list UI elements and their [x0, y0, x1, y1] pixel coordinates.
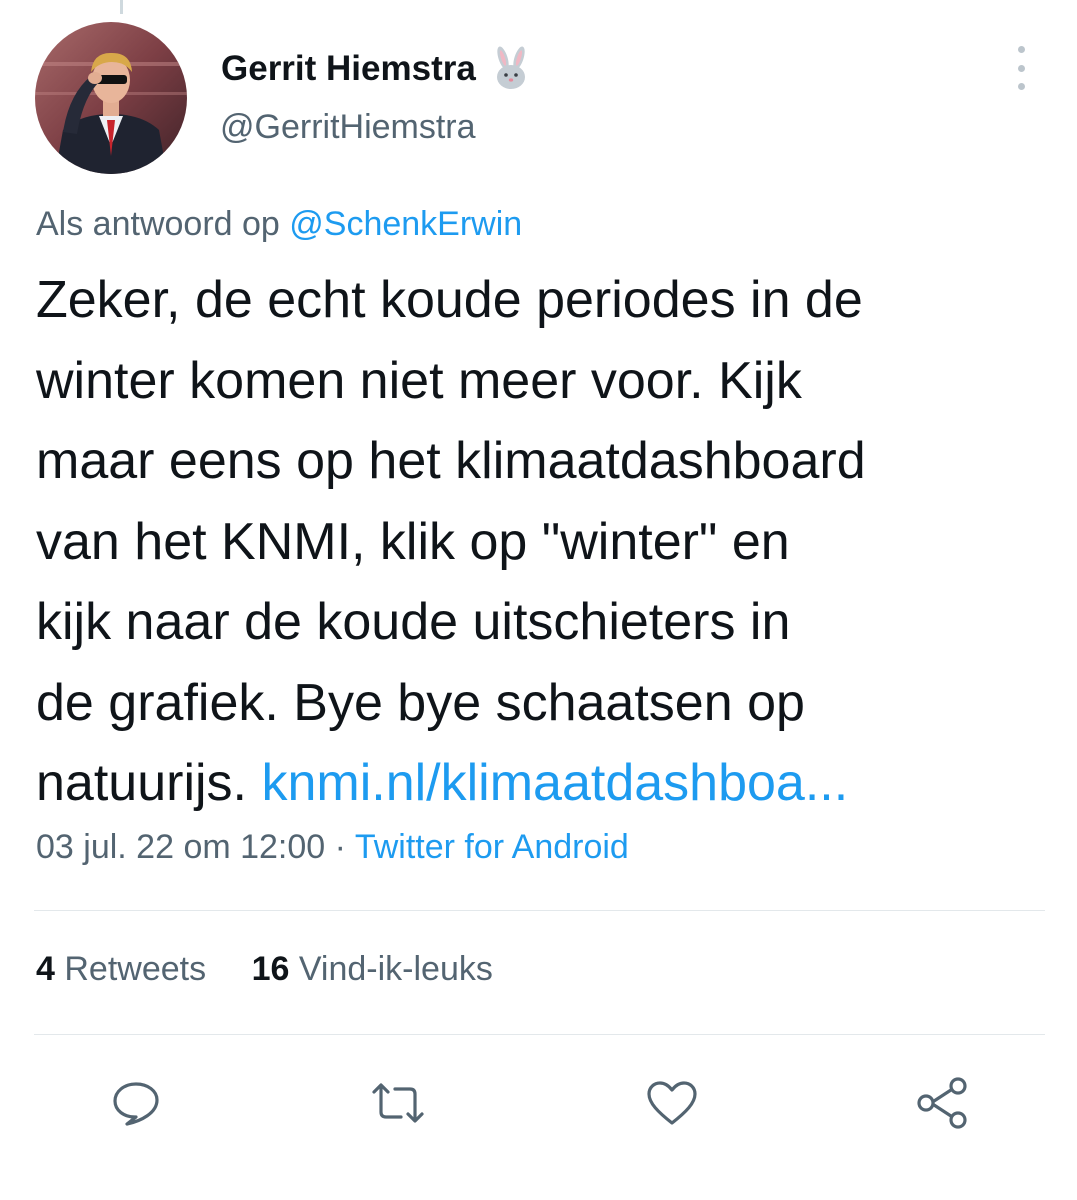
meta-separator: ·	[334, 828, 346, 866]
more-options-icon[interactable]	[1006, 46, 1036, 90]
rabbit-emoji-icon	[488, 46, 534, 92]
tweet-line: van het KNMI, klik op "winter" en	[36, 512, 790, 571]
engagement-stats: 4 Retweets 16 Vind-ik-leuks	[36, 950, 529, 989]
likes-stat[interactable]: 16 Vind-ik-leuks	[252, 950, 493, 989]
reply-button[interactable]	[106, 1078, 166, 1128]
tweet-last-line: natuurijs. knmi.nl/klimaatdashboa...	[36, 743, 1046, 824]
divider-top	[34, 910, 1045, 911]
retweets-count: 4	[36, 950, 55, 988]
author-name-row[interactable]: Gerrit Hiemstra	[221, 44, 534, 94]
more-dot	[1017, 83, 1025, 90]
divider-bottom	[34, 1034, 1045, 1035]
tweet-meta: 03 jul. 22 om 12:00 · Twitter for Androi…	[36, 828, 629, 867]
retweets-stat[interactable]: 4 Retweets	[36, 950, 206, 989]
likes-label: Vind-ik-leuks	[298, 950, 493, 988]
reply-mention-link[interactable]: @SchenkErwin	[289, 205, 522, 243]
retweet-button[interactable]	[368, 1078, 428, 1128]
more-dot	[1017, 46, 1025, 53]
likes-count: 16	[251, 950, 290, 988]
author-display-name[interactable]: Gerrit Hiemstra	[221, 49, 476, 89]
reply-prefix: Als antwoord op	[36, 205, 280, 243]
tweet-source-link[interactable]: Twitter for Android	[355, 828, 629, 866]
share-button[interactable]	[912, 1077, 972, 1129]
tweet-timestamp[interactable]: 03 jul. 22 om 12:00	[36, 828, 325, 866]
more-dot	[1017, 64, 1025, 72]
avatar[interactable]	[35, 22, 187, 174]
tweet-line: maar eens op het klimaatdashboard	[36, 432, 866, 490]
reply-context: Als antwoord op @SchenkErwin	[36, 205, 522, 244]
tweet-line: Zeker, de echt koude periodes in de	[36, 271, 863, 329]
tweet-text: Zeker, de echt koude periodes in de wint…	[36, 260, 1046, 824]
share-icon	[917, 1077, 967, 1129]
tweet-link[interactable]: knmi.nl/klimaatdashboa...	[261, 754, 848, 812]
retweet-icon	[372, 1083, 424, 1123]
tweet-line: kijk naar de koude uitschieters in	[36, 593, 791, 651]
tweet-line: winter komen niet meer voor. Kijk	[36, 351, 802, 410]
like-button[interactable]	[642, 1078, 702, 1128]
heart-icon	[647, 1081, 697, 1125]
tweet-line: natuurijs.	[36, 754, 247, 812]
author-handle[interactable]: @GerritHiemstra	[220, 108, 476, 147]
tweet-line: de grafiek. Bye bye schaatsen op	[36, 673, 805, 732]
comment-icon	[113, 1082, 159, 1126]
thread-connector-line	[120, 0, 123, 14]
avatar-image	[35, 22, 187, 174]
retweets-label: Retweets	[64, 950, 207, 988]
